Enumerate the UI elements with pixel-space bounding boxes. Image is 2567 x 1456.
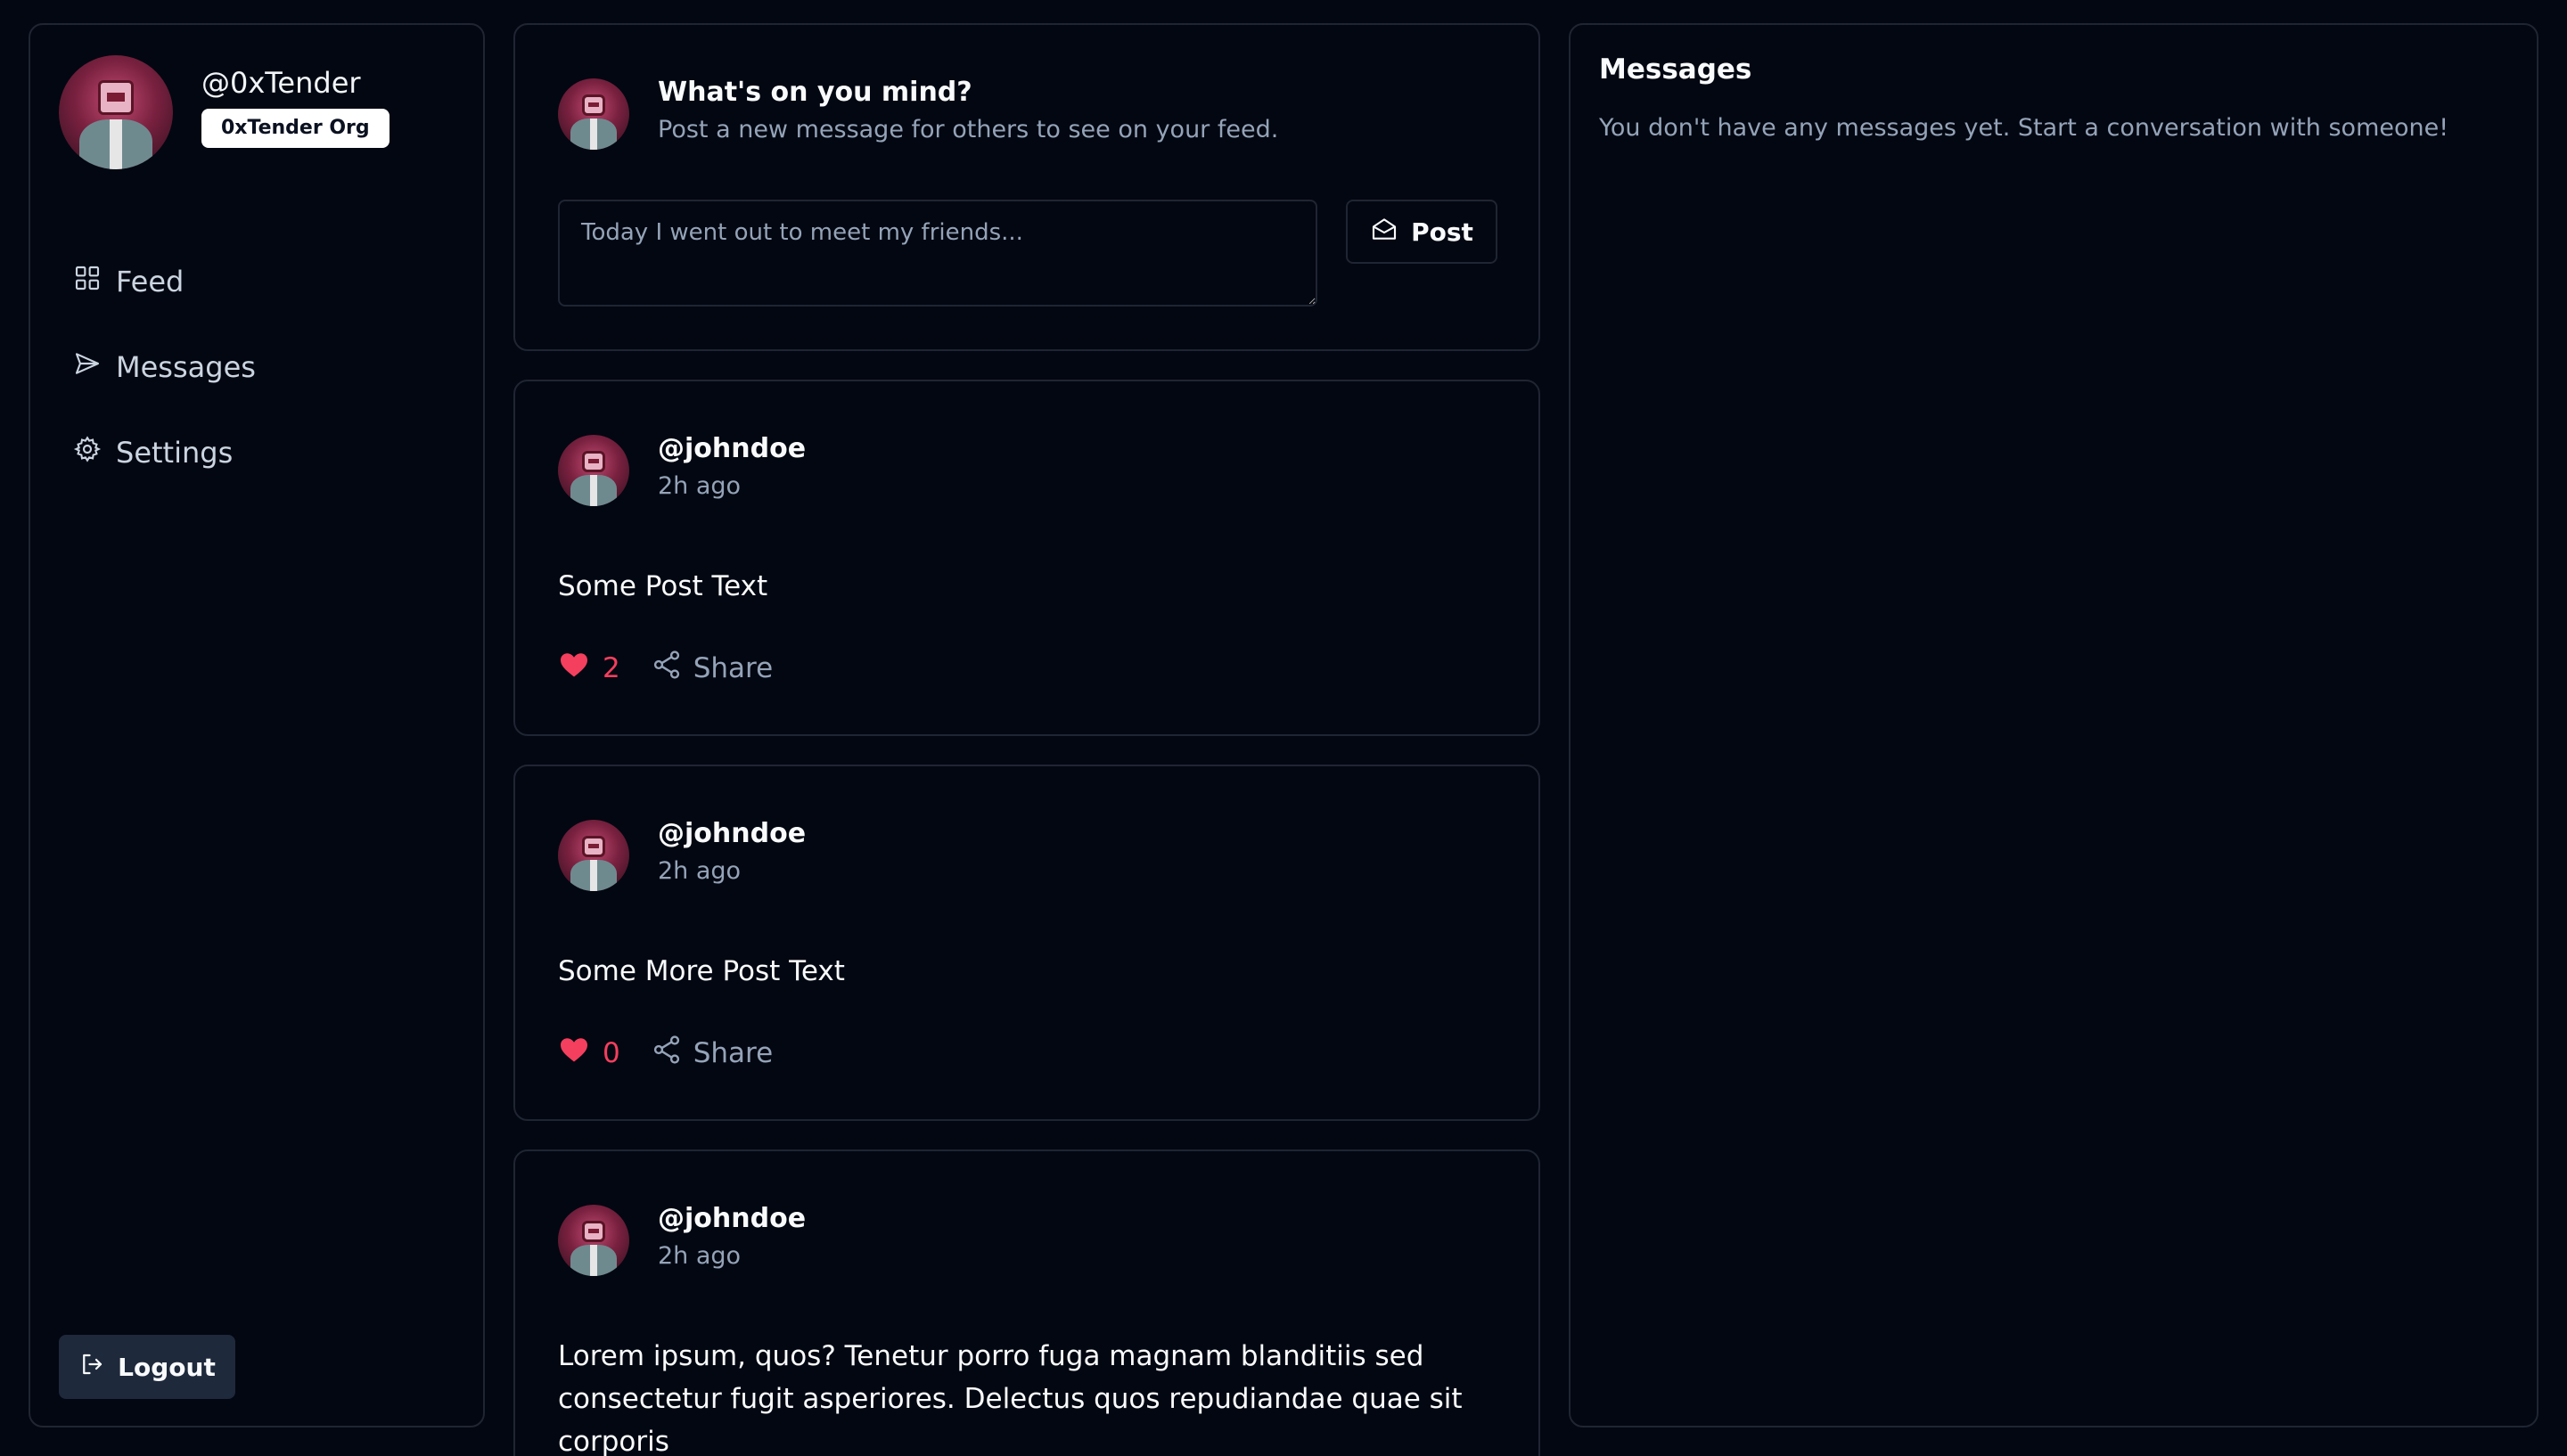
share-button[interactable]: Share bbox=[651, 649, 773, 688]
sidebar-item-feed[interactable]: Feed bbox=[73, 264, 184, 299]
post-actions: 0 Share bbox=[558, 1034, 773, 1073]
post-timestamp: 2h ago bbox=[658, 1242, 742, 1270]
post-card: @johndoe 2h ago Some More Post Text 0 Sh… bbox=[513, 765, 1540, 1121]
avatar-suit bbox=[570, 1244, 617, 1276]
grid-icon bbox=[73, 264, 102, 299]
share-label: Share bbox=[693, 1037, 774, 1069]
like-button[interactable]: 0 bbox=[558, 1034, 620, 1073]
avatar bbox=[558, 78, 629, 150]
post-actions: 2 Share bbox=[558, 649, 773, 688]
avatar-suit bbox=[79, 119, 152, 169]
envelope-open-icon bbox=[1370, 215, 1398, 249]
avatar-face bbox=[582, 94, 605, 116]
avatar[interactable] bbox=[558, 820, 629, 891]
post-button-label: Post bbox=[1411, 217, 1473, 247]
share-label: Share bbox=[693, 652, 774, 684]
share-icon bbox=[651, 649, 683, 688]
sidebar-item-label: Settings bbox=[116, 436, 234, 470]
post-text: Lorem ipsum, quos? Tenetur porro fuga ma… bbox=[558, 1340, 1463, 1456]
gear-icon bbox=[73, 435, 102, 470]
avatar-face bbox=[582, 835, 605, 857]
post-card: @johndoe 2h ago Some Post Text 2 Share bbox=[513, 380, 1540, 736]
heart-icon bbox=[558, 649, 590, 688]
heart-icon bbox=[558, 1034, 590, 1073]
sidebar: @0xTender 0xTender Org Feed Messages Set… bbox=[29, 23, 485, 1427]
post-text: Some Post Text bbox=[558, 570, 768, 602]
post-author[interactable]: @johndoe bbox=[658, 818, 806, 849]
post-button[interactable]: Post bbox=[1346, 200, 1497, 264]
avatar-face bbox=[582, 1220, 605, 1242]
share-button[interactable]: Share bbox=[651, 1034, 773, 1073]
avatar[interactable] bbox=[558, 1205, 629, 1276]
like-count: 2 bbox=[603, 652, 620, 684]
avatar[interactable] bbox=[558, 435, 629, 506]
like-button[interactable]: 2 bbox=[558, 649, 620, 688]
post-author[interactable]: @johndoe bbox=[658, 433, 806, 464]
like-count: 0 bbox=[603, 1037, 620, 1069]
avatar-face bbox=[97, 80, 135, 115]
sidebar-item-messages[interactable]: Messages bbox=[73, 349, 256, 385]
post-timestamp: 2h ago bbox=[658, 472, 742, 500]
messages-title: Messages bbox=[1599, 53, 1752, 86]
avatar-suit bbox=[570, 474, 617, 506]
post-author[interactable]: @johndoe bbox=[658, 1203, 806, 1234]
post-text: Some More Post Text bbox=[558, 955, 845, 987]
feed: What's on you mind? Post a new message f… bbox=[513, 23, 1540, 1456]
sidebar-item-label: Messages bbox=[116, 350, 256, 384]
logout-button[interactable]: Logout bbox=[59, 1335, 235, 1399]
avatar-suit bbox=[570, 118, 617, 150]
post-timestamp: 2h ago bbox=[658, 857, 742, 885]
composer-title: What's on you mind? bbox=[658, 77, 972, 108]
messages-panel: Messages You don't have any messages yet… bbox=[1569, 23, 2538, 1427]
logout-label: Logout bbox=[118, 1352, 216, 1382]
post-card: @johndoe 2h ago Lorem ipsum, quos? Tenet… bbox=[513, 1149, 1540, 1456]
avatar-suit bbox=[570, 859, 617, 891]
sidebar-item-settings[interactable]: Settings bbox=[73, 435, 233, 470]
sidebar-item-label: Feed bbox=[116, 265, 185, 299]
profile-username: @0xTender bbox=[201, 66, 361, 100]
post-composer: What's on you mind? Post a new message f… bbox=[513, 23, 1540, 351]
messages-empty-state: You don't have any messages yet. Start a… bbox=[1599, 114, 2449, 142]
profile-avatar[interactable] bbox=[59, 55, 173, 169]
org-badge[interactable]: 0xTender Org bbox=[201, 109, 390, 148]
logout-icon bbox=[78, 1351, 105, 1384]
post-input[interactable] bbox=[558, 200, 1317, 307]
avatar-face bbox=[582, 450, 605, 472]
send-icon bbox=[73, 349, 102, 385]
share-icon bbox=[651, 1034, 683, 1073]
composer-subtitle: Post a new message for others to see on … bbox=[658, 116, 1279, 143]
